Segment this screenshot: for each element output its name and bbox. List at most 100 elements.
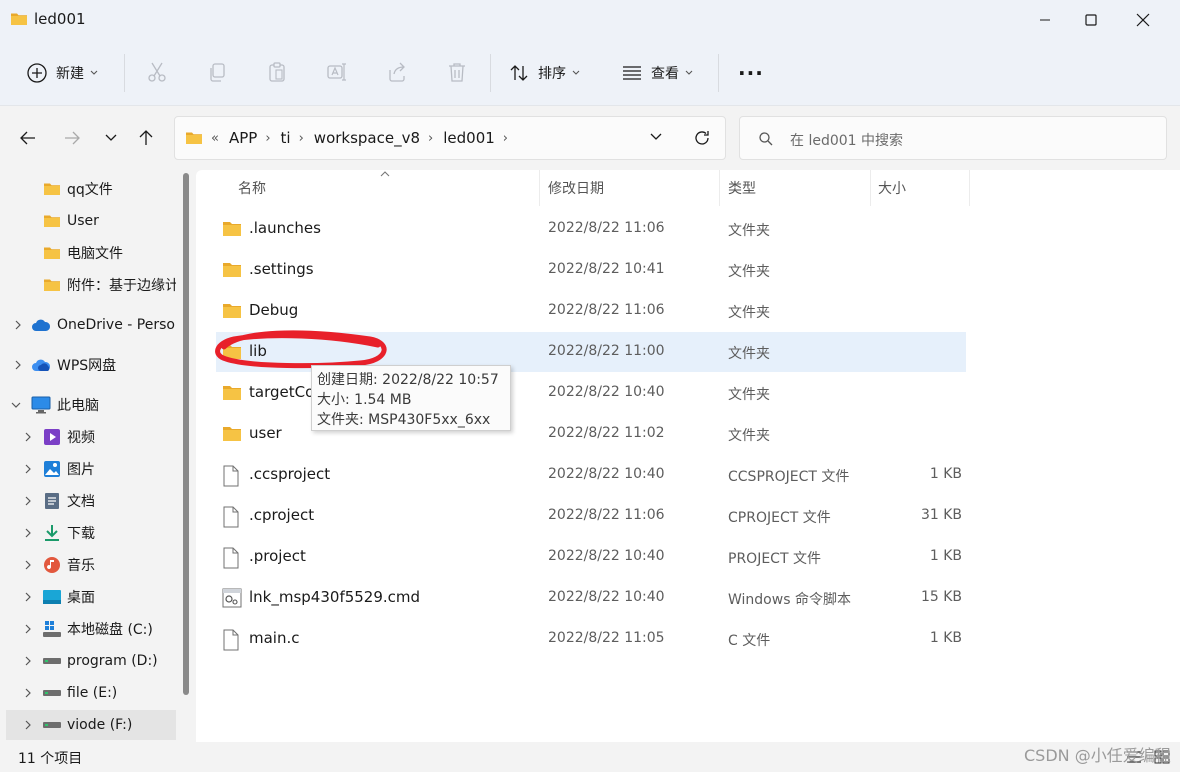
breadcrumb-workspace[interactable]: workspace_v8 — [314, 129, 420, 147]
sidebar-item-drive-c[interactable]: 本地磁盘 (C:) — [0, 614, 176, 644]
delete-icon[interactable] — [445, 60, 469, 84]
chevron-right-icon[interactable] — [22, 687, 34, 699]
maximize-button[interactable] — [1068, 0, 1114, 40]
search-box[interactable]: 在 led001 中搜索 — [739, 116, 1167, 160]
sidebar-item-attachment[interactable]: 附件：基于边缘计 — [0, 270, 176, 300]
file-row[interactable]: .ccsproject 2022/8/22 10:40 CCSPROJECT 文… — [216, 455, 966, 495]
sidebar-item-label: WPS网盘 — [57, 358, 117, 374]
file-row[interactable]: .cproject 2022/8/22 11:06 CPROJECT 文件 31… — [216, 496, 966, 536]
sidebar-item-onedrive[interactable]: OneDrive - Personal — [0, 310, 176, 340]
file-date: 2022/8/22 11:05 — [548, 630, 665, 646]
chevron-down-icon — [90, 70, 98, 76]
drive-icon — [42, 715, 62, 735]
sidebar-scrollbar[interactable] — [183, 173, 189, 695]
sidebar-item-music[interactable]: 音乐 — [0, 550, 176, 580]
column-header-name[interactable]: 名称 — [238, 170, 266, 206]
sidebar-item-videos[interactable]: 视频 — [0, 422, 176, 452]
chevron-right-icon[interactable]: › — [299, 131, 304, 146]
sidebar-item-this-pc[interactable]: 此电脑 — [0, 390, 176, 420]
chevron-right-icon[interactable] — [22, 719, 34, 731]
sidebar-item-drive-f[interactable]: viode (F:) — [6, 710, 176, 740]
chevron-down-icon — [650, 133, 662, 140]
back-button[interactable] — [16, 126, 40, 150]
file-row[interactable]: .launches 2022/8/22 11:06 文件夹 — [216, 209, 966, 249]
address-bar[interactable]: « APP › ti › workspace_v8 › led001 › — [174, 116, 726, 160]
new-button[interactable]: 新建 — [26, 40, 98, 106]
file-name: .settings — [249, 260, 314, 278]
forward-button[interactable] — [60, 126, 84, 150]
more-button[interactable]: ··· — [738, 40, 764, 106]
column-divider[interactable] — [539, 170, 540, 206]
sidebar-item-drive-e[interactable]: file (E:) — [0, 678, 176, 708]
chevron-right-icon[interactable] — [22, 463, 34, 475]
refresh-button[interactable] — [693, 129, 711, 147]
sidebar-item-downloads[interactable]: 下载 — [0, 518, 176, 548]
chevron-right-icon[interactable]: › — [428, 131, 433, 146]
sidebar-item-desktop[interactable]: 桌面 — [0, 582, 176, 612]
column-header-date[interactable]: 修改日期 — [548, 170, 604, 206]
sidebar-item-documents[interactable]: 文档 — [0, 486, 176, 516]
file-name: .launches — [249, 219, 321, 237]
cut-icon[interactable] — [145, 60, 169, 84]
file-row[interactable]: lnk_msp430f5529.cmd 2022/8/22 10:40 Wind… — [216, 578, 966, 618]
close-button[interactable] — [1120, 0, 1166, 40]
chevron-right-icon[interactable] — [22, 527, 34, 539]
chevron-right-icon[interactable] — [22, 623, 34, 635]
chevron-right-icon[interactable]: › — [503, 131, 508, 146]
chevron-right-icon[interactable] — [22, 655, 34, 667]
file-name: .cproject — [249, 506, 315, 524]
tooltip-contents: 文件夹: MSP430F5xx_6xx — [317, 412, 491, 428]
recent-locations-button[interactable] — [99, 126, 123, 150]
view-label: 查看 — [651, 66, 679, 82]
search-icon — [758, 131, 774, 147]
breadcrumb-led001[interactable]: led001 — [443, 129, 495, 147]
sort-button[interactable]: 排序 — [508, 40, 580, 106]
chevron-right-icon[interactable] — [22, 495, 34, 507]
breadcrumb-ti[interactable]: ti — [281, 129, 291, 147]
sort-ascending-icon — [379, 170, 391, 178]
column-divider[interactable] — [870, 170, 871, 206]
music-icon — [42, 555, 62, 575]
sidebar-item-qq[interactable]: qq文件 — [0, 174, 176, 204]
column-divider[interactable] — [969, 170, 970, 206]
chevron-right-icon[interactable] — [22, 591, 34, 603]
file-row[interactable]: .project 2022/8/22 10:40 PROJECT 文件 1 KB — [216, 537, 966, 577]
file-row[interactable]: Debug 2022/8/22 11:06 文件夹 — [216, 291, 966, 331]
chevron-down-icon[interactable] — [10, 399, 22, 411]
sidebar-item-label: 下载 — [67, 526, 95, 542]
chevron-right-icon[interactable] — [12, 359, 24, 371]
chevron-right-icon[interactable] — [22, 431, 34, 443]
cloud-icon — [31, 315, 51, 335]
sidebar-item-wps[interactable]: WPS网盘 — [0, 350, 176, 380]
watermark: CSDN @小任爱编程 — [1024, 746, 1171, 765]
file-row[interactable]: .settings 2022/8/22 10:41 文件夹 — [216, 250, 966, 290]
chevron-right-icon[interactable] — [22, 559, 34, 571]
sidebar-item-computer-files[interactable]: 电脑文件 — [0, 238, 176, 268]
file-type: 文件夹 — [728, 428, 770, 444]
copy-icon[interactable] — [205, 60, 229, 84]
column-divider[interactable] — [719, 170, 720, 206]
up-button[interactable] — [134, 126, 158, 150]
column-header-type[interactable]: 类型 — [728, 170, 756, 206]
file-row[interactable]: main.c 2022/8/22 11:05 C 文件 1 KB — [216, 619, 966, 659]
share-icon[interactable] — [385, 60, 409, 84]
sidebar-item-drive-d[interactable]: program (D:) — [0, 646, 176, 676]
sidebar-item-user[interactable]: User — [0, 206, 176, 236]
column-header-size[interactable]: 大小 — [878, 170, 906, 206]
sidebar-item-label: User — [67, 213, 99, 229]
plus-circle-icon — [26, 62, 48, 84]
view-button[interactable]: 查看 — [621, 40, 693, 106]
sidebar-item-label: 文档 — [67, 494, 95, 510]
minimize-button[interactable] — [1022, 0, 1068, 40]
sidebar-item-pictures[interactable]: 图片 — [0, 454, 176, 484]
overflow-icon[interactable]: « — [211, 131, 219, 146]
video-icon — [42, 427, 62, 447]
sidebar-item-label: OneDrive - Personal — [57, 317, 176, 333]
address-history-button[interactable] — [649, 131, 663, 143]
paste-icon[interactable] — [265, 60, 289, 84]
rename-icon[interactable] — [325, 60, 349, 84]
chevron-right-icon[interactable] — [12, 319, 24, 331]
breadcrumb-app[interactable]: APP — [229, 129, 257, 147]
chevron-right-icon[interactable]: › — [265, 131, 270, 146]
sidebar-item-label: qq文件 — [67, 182, 113, 198]
